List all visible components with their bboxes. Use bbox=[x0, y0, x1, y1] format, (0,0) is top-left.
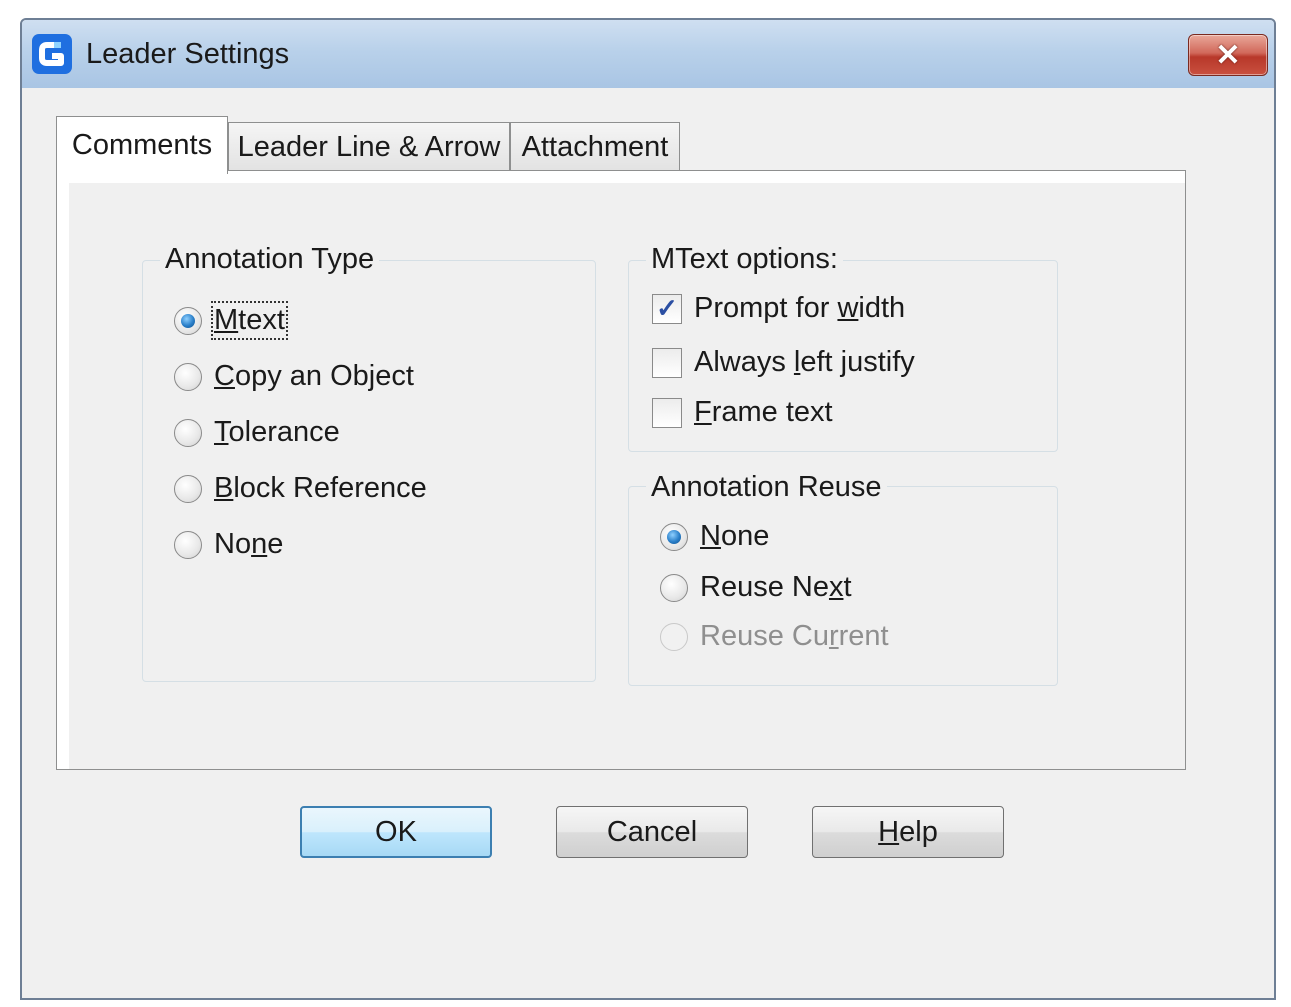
label-text: idth bbox=[858, 292, 906, 324]
access-key: r bbox=[828, 620, 839, 652]
radio-button[interactable] bbox=[660, 522, 688, 551]
title-bar[interactable]: Leader Settings ✕ bbox=[22, 20, 1274, 88]
label-text: elp bbox=[899, 815, 938, 848]
label-text: one bbox=[720, 520, 770, 552]
option-label: Copy an Object bbox=[214, 360, 414, 393]
radio-button[interactable] bbox=[174, 474, 202, 503]
button-label: Help bbox=[878, 816, 938, 849]
checkbox[interactable] bbox=[652, 397, 682, 428]
label-text: text bbox=[238, 304, 285, 336]
close-button[interactable]: ✕ bbox=[1188, 34, 1268, 76]
label-text: Always bbox=[694, 346, 794, 378]
label-text: e bbox=[267, 528, 284, 560]
access-key: x bbox=[828, 571, 844, 603]
radio-block-reference[interactable]: Block Reference bbox=[174, 472, 427, 505]
label-text: Prompt for bbox=[694, 292, 838, 324]
checkbox-prompt-for-width[interactable]: ✓ Prompt for width bbox=[652, 292, 905, 325]
label-text: Reuse Ne bbox=[700, 571, 829, 603]
option-label: Block Reference bbox=[214, 472, 427, 505]
radio-none[interactable]: None bbox=[174, 528, 283, 561]
option-label: Tolerance bbox=[214, 416, 340, 449]
access-key: w bbox=[837, 292, 859, 324]
label-text: lock Reference bbox=[233, 472, 427, 504]
app-logo-icon bbox=[32, 34, 72, 74]
annotation-type-title: Annotation Type bbox=[160, 242, 380, 276]
checkbox-always-left-justify[interactable]: Always left justify bbox=[652, 346, 915, 379]
tab-leader-line-arrow[interactable]: Leader Line & Arrow bbox=[228, 122, 510, 172]
label-text: rent bbox=[838, 620, 889, 652]
label-text: olerance bbox=[228, 416, 340, 448]
option-label: Reuse Current bbox=[700, 620, 889, 653]
cancel-button[interactable]: Cancel bbox=[556, 806, 748, 858]
help-button[interactable]: Help bbox=[812, 806, 1004, 858]
option-label: Frame text bbox=[694, 396, 833, 429]
mtext-options-title: MText options: bbox=[646, 242, 843, 276]
checkbox-frame-text[interactable]: Frame text bbox=[652, 396, 833, 429]
access-key: N bbox=[700, 520, 721, 552]
leader-settings-dialog: Leader Settings ✕ Comments Leader Line &… bbox=[20, 18, 1276, 1000]
tab-label: Attachment bbox=[521, 131, 669, 163]
access-key: H bbox=[878, 815, 900, 848]
radio-copy-an-object[interactable]: Copy an Object bbox=[174, 360, 414, 393]
radio-button bbox=[660, 622, 688, 651]
label-text: rame text bbox=[711, 396, 833, 428]
access-key: F bbox=[694, 396, 712, 428]
radio-button[interactable] bbox=[174, 418, 202, 447]
radio-mtext[interactable]: Mtext bbox=[174, 301, 288, 340]
ok-button[interactable]: OK bbox=[300, 806, 492, 858]
option-label: Reuse Next bbox=[700, 571, 852, 604]
checkbox[interactable] bbox=[652, 347, 682, 378]
option-label: None bbox=[700, 520, 769, 553]
check-icon: ✓ bbox=[656, 293, 678, 323]
button-label: OK bbox=[375, 815, 417, 848]
radio-button[interactable] bbox=[174, 362, 202, 391]
option-label: None bbox=[214, 528, 283, 561]
close-icon: ✕ bbox=[1215, 38, 1241, 72]
tab-label: Leader Line & Arrow bbox=[237, 131, 501, 163]
checkbox[interactable]: ✓ bbox=[652, 293, 682, 324]
access-key: B bbox=[214, 472, 234, 504]
radio-reuse-next[interactable]: Reuse Next bbox=[660, 571, 852, 604]
option-label: Prompt for width bbox=[694, 292, 905, 325]
radio-button[interactable] bbox=[174, 530, 202, 559]
label-text: eft justify bbox=[800, 346, 915, 378]
window-title: Leader Settings bbox=[86, 38, 290, 70]
label-text: opy an Object bbox=[234, 360, 414, 392]
access-key: C bbox=[214, 360, 235, 392]
access-key: T bbox=[214, 416, 229, 448]
tab-comments[interactable]: Comments bbox=[56, 116, 228, 174]
label-text: No bbox=[214, 528, 252, 560]
radio-button[interactable] bbox=[174, 306, 202, 335]
option-label: Always left justify bbox=[694, 346, 915, 379]
label-text: t bbox=[843, 571, 852, 603]
button-label: Cancel bbox=[606, 815, 698, 848]
option-label: Mtext bbox=[211, 301, 288, 340]
tab-label: Comments bbox=[71, 129, 213, 161]
access-key: n bbox=[251, 528, 268, 560]
radio-reuse-current: Reuse Current bbox=[660, 620, 889, 653]
radio-button[interactable] bbox=[660, 573, 688, 602]
annotation-reuse-title: Annotation Reuse bbox=[646, 470, 887, 504]
radio-tolerance[interactable]: Tolerance bbox=[174, 416, 340, 449]
radio-reuse-none[interactable]: None bbox=[660, 520, 769, 553]
tab-attachment[interactable]: Attachment bbox=[510, 122, 680, 172]
label-text: Reuse Cu bbox=[700, 620, 829, 652]
access-key: M bbox=[214, 304, 239, 336]
